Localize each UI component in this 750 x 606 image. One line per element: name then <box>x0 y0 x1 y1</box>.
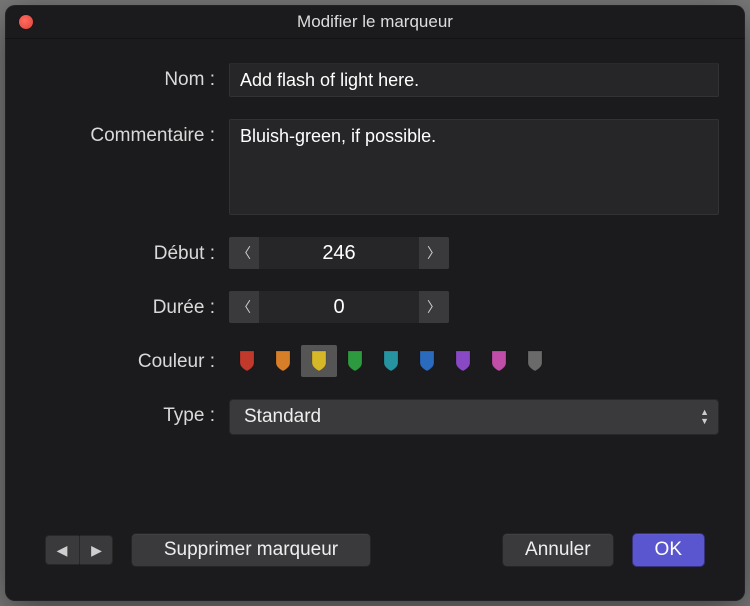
type-select[interactable]: Standard <box>229 399 719 435</box>
start-stepper: 〈 246 〉 <box>229 237 449 269</box>
color-swatch-yellow[interactable] <box>301 345 337 377</box>
marker-nav: ◀ ▶ <box>45 535 113 565</box>
color-label: Couleur : <box>45 345 215 373</box>
close-icon[interactable] <box>19 15 33 29</box>
form: Nom : Commentaire : Début : 〈 246 〉 Duré… <box>5 39 745 445</box>
chevron-left-icon[interactable]: 〈 <box>229 237 259 269</box>
chevron-right-icon[interactable]: 〉 <box>419 291 449 323</box>
color-swatch-blue[interactable] <box>409 345 445 377</box>
window-title: Modifier le marqueur <box>297 12 453 32</box>
color-swatch-teal[interactable] <box>373 345 409 377</box>
chevron-right-icon[interactable]: 〉 <box>419 237 449 269</box>
edit-marker-window: Modifier le marqueur Nom : Commentaire :… <box>5 5 745 601</box>
color-swatch-orange[interactable] <box>265 345 301 377</box>
prev-marker-button[interactable]: ◀ <box>45 535 79 565</box>
duration-value[interactable]: 0 <box>259 291 419 323</box>
chevron-left-icon[interactable]: 〈 <box>229 291 259 323</box>
ok-button[interactable]: OK <box>632 533 705 567</box>
color-swatch-green[interactable] <box>337 345 373 377</box>
footer: ◀ ▶ Supprimer marqueur Annuler OK <box>5 511 745 601</box>
titlebar: Modifier le marqueur <box>5 5 745 39</box>
next-marker-button[interactable]: ▶ <box>79 535 113 565</box>
name-input[interactable] <box>229 63 719 97</box>
color-swatches <box>229 345 719 377</box>
delete-marker-button[interactable]: Supprimer marqueur <box>131 533 371 567</box>
type-label: Type : <box>45 399 215 427</box>
duration-stepper: 〈 0 〉 <box>229 291 449 323</box>
color-swatch-red[interactable] <box>229 345 265 377</box>
start-label: Début : <box>45 237 215 265</box>
type-select-value: Standard <box>244 406 321 428</box>
comment-textarea[interactable] <box>229 119 719 215</box>
name-label: Nom : <box>45 63 215 91</box>
comment-label: Commentaire : <box>45 119 215 147</box>
duration-label: Durée : <box>45 291 215 319</box>
color-swatch-purple[interactable] <box>445 345 481 377</box>
color-swatch-gray[interactable] <box>517 345 553 377</box>
start-value[interactable]: 246 <box>259 237 419 269</box>
color-swatch-magenta[interactable] <box>481 345 517 377</box>
cancel-button[interactable]: Annuler <box>502 533 614 567</box>
